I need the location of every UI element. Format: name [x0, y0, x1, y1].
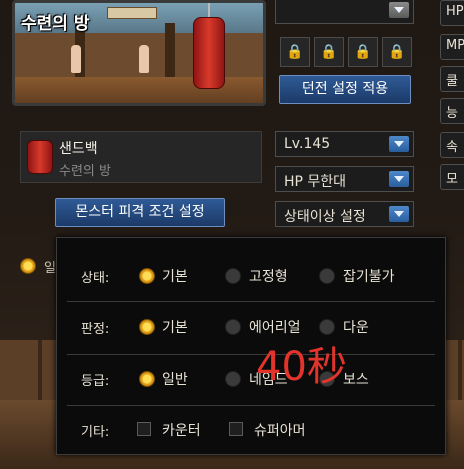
grade-radio-named[interactable] [225, 371, 241, 387]
chevron-down-icon [389, 136, 409, 152]
sandbag-icon [27, 140, 53, 174]
hp-dropdown[interactable]: HP 무한대 [275, 166, 414, 192]
chevron-down-icon [389, 2, 409, 18]
grade-radio-normal[interactable] [139, 371, 155, 387]
status-effect-label: 상태이상 설정 [284, 209, 366, 225]
background-radio[interactable] [20, 258, 36, 274]
judge-option-basic: 기본 [162, 320, 188, 336]
judge-label: 판정: [81, 322, 110, 337]
lock-icon[interactable]: 🔒 [314, 37, 344, 67]
lock-icon[interactable]: 🔒 [382, 37, 412, 67]
monster-card: 샌드백 수련의 방 [20, 131, 262, 183]
state-radio-fixed[interactable] [225, 268, 241, 284]
judge-radio-aerial[interactable] [225, 319, 241, 335]
preview-sandbag [193, 17, 225, 89]
top-dropdown[interactable] [275, 0, 414, 24]
chevron-down-icon [389, 171, 409, 187]
judge-radio-basic[interactable] [139, 319, 155, 335]
counter-checkbox[interactable] [137, 422, 151, 436]
side-tab-element[interactable]: 속 [440, 132, 464, 158]
monster-map: 수련의 방 [59, 164, 111, 179]
preview-floor [15, 77, 263, 103]
status-effect-dropdown[interactable]: 상태이상 설정 [275, 201, 414, 227]
preview-fighter [71, 45, 81, 73]
side-tab-mp[interactable]: MP [440, 34, 464, 60]
dungeon-preview: 수련의 방 [12, 0, 266, 106]
grade-label: 등급: [81, 374, 110, 389]
preview-pillar [165, 23, 175, 83]
counter-option: 카운터 [162, 423, 201, 439]
level-dropdown[interactable]: Lv.145 [275, 131, 414, 157]
level-value: Lv.145 [284, 136, 331, 152]
lock-icon[interactable]: 🔒 [348, 37, 378, 67]
preview-signboard [107, 7, 157, 19]
lock-icon[interactable]: 🔒 [280, 37, 310, 67]
etc-label: 기타: [81, 425, 110, 440]
grade-option-normal: 일반 [162, 372, 188, 388]
state-radio-no-grab[interactable] [319, 268, 335, 284]
overlay-timer-text: 40秒 [256, 344, 347, 390]
preview-fighter [139, 45, 149, 73]
preview-title: 수련의 방 [21, 14, 90, 34]
monster-name: 샌드백 [59, 141, 98, 157]
side-tab-mode[interactable]: 모 [440, 164, 464, 190]
row-divider [67, 354, 435, 355]
super-armor-checkbox[interactable] [229, 422, 243, 436]
side-tab-cooldown[interactable]: 쿨 [440, 66, 464, 92]
hp-value: HP 무한대 [284, 174, 347, 190]
chevron-down-icon [389, 206, 409, 222]
row-divider [67, 301, 435, 302]
super-armor-option: 슈퍼아머 [254, 423, 306, 439]
side-tab-hp[interactable]: HP [440, 0, 464, 26]
side-tab-ability[interactable]: 능 [440, 98, 464, 124]
judge-radio-down[interactable] [319, 319, 335, 335]
apply-dungeon-settings-button[interactable]: 던전 설정 적용 [279, 75, 411, 104]
state-option-fixed: 고정형 [249, 269, 288, 285]
hit-condition-popup: 상태: 기본 고정형 잡기불가 판정: 기본 에어리얼 다운 등급: 일반 네임… [56, 237, 446, 455]
state-option-basic: 기본 [162, 269, 188, 285]
state-option-no-grab: 잡기불가 [343, 269, 395, 285]
state-radio-basic[interactable] [139, 268, 155, 284]
row-divider [67, 405, 435, 406]
monster-hit-condition-button[interactable]: 몬스터 피격 조건 설정 [55, 198, 225, 227]
state-label: 상태: [81, 271, 110, 286]
